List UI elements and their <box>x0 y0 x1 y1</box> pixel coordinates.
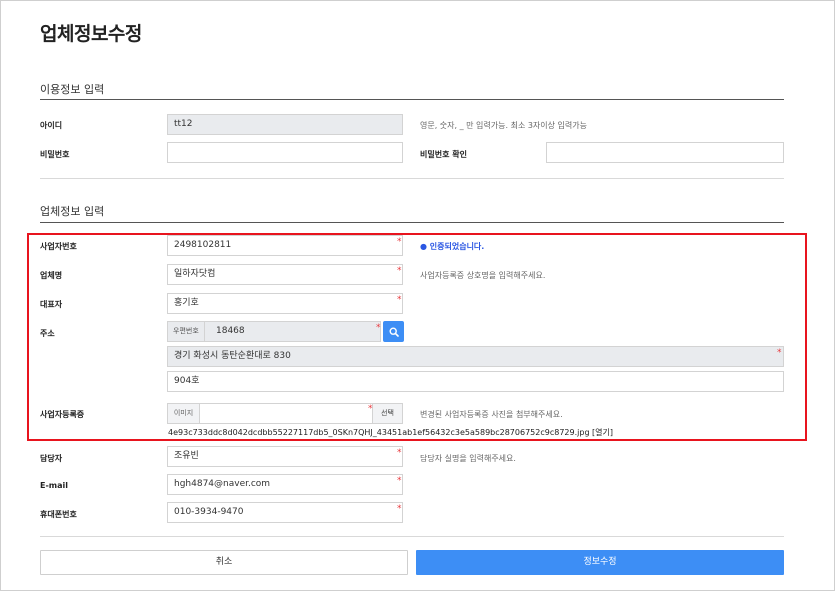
password-field[interactable] <box>167 142 403 163</box>
submit-button[interactable]: 정보수정 <box>416 550 784 575</box>
company-section-title: 업체정보 입력 <box>40 205 105 218</box>
page-title: 업체정보수정 <box>40 23 142 45</box>
manager-label: 담당자 <box>40 454 63 463</box>
email-field[interactable]: hgh4874@naver.com <box>167 474 403 495</box>
company-section-divider <box>40 222 784 223</box>
id-field[interactable]: tt12 <box>167 114 403 135</box>
phone-label: 휴대폰번호 <box>40 510 77 519</box>
manager-hint: 담당자 실명을 입력해주세요. <box>420 454 516 463</box>
required-mark: * <box>397 448 402 458</box>
usage-section-divider <box>40 99 784 100</box>
cancel-button[interactable]: 취소 <box>40 550 408 575</box>
usage-section-title: 이용정보 입력 <box>40 83 105 96</box>
password-label: 비밀번호 <box>40 150 70 159</box>
password-confirm-field[interactable] <box>546 142 784 163</box>
phone-field[interactable]: 010-3934-9470 <box>167 502 403 523</box>
form-end-divider <box>40 536 784 537</box>
email-label: E-mail <box>40 481 69 490</box>
password-confirm-label: 비밀번호 확인 <box>420 150 467 159</box>
highlight-box <box>27 233 807 441</box>
id-hint: 영문, 숫자, _ 만 입력가능. 최소 3자이상 입력가능 <box>420 121 587 130</box>
manager-field[interactable]: 조유빈 <box>167 446 403 467</box>
required-mark: * <box>397 476 402 486</box>
required-mark: * <box>397 504 402 514</box>
usage-section-end-divider <box>40 178 784 179</box>
id-label: 아이디 <box>40 121 63 130</box>
